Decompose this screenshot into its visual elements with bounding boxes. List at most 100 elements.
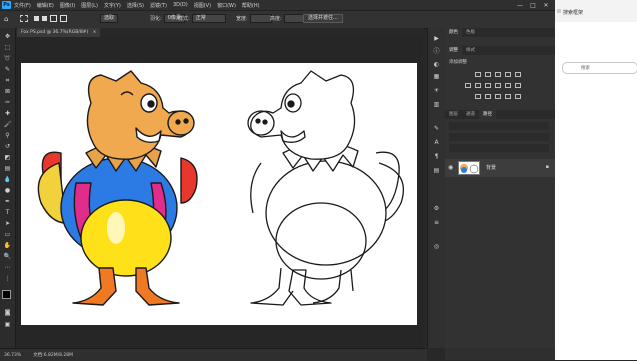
menu-window[interactable]: 窗口(W) bbox=[217, 2, 236, 9]
document-tab[interactable]: Fox PS.psd @ 36.7%(RGB/8#) × bbox=[17, 28, 101, 37]
menu-type[interactable]: 文字(Y) bbox=[104, 2, 121, 9]
minimize-button[interactable]: — bbox=[514, 0, 526, 10]
rect-marquee-tool-icon[interactable]: ⬚ bbox=[2, 43, 13, 52]
threshold-icon[interactable] bbox=[495, 94, 501, 99]
brush-panel-icon[interactable]: ✎ bbox=[432, 124, 441, 132]
crop-tool-icon[interactable]: ⌗ bbox=[2, 76, 13, 85]
character-styles-icon[interactable]: ▤ bbox=[432, 166, 441, 174]
quick-mask-icon[interactable]: ◙ bbox=[2, 308, 13, 317]
tab-color[interactable]: 颜色 bbox=[445, 28, 462, 37]
invert-icon[interactable] bbox=[475, 94, 481, 99]
adjustments-panel-icon[interactable]: ☀ bbox=[432, 86, 441, 94]
document-canvas[interactable] bbox=[21, 63, 417, 325]
width-input[interactable] bbox=[249, 14, 272, 23]
photo-filter-icon[interactable] bbox=[495, 83, 501, 88]
menu-select[interactable]: 选择(S) bbox=[127, 2, 144, 9]
visibility-eye-icon[interactable]: ◉ bbox=[448, 164, 453, 171]
eraser-tool-icon[interactable]: ◩ bbox=[2, 153, 13, 162]
selection-mode-icons[interactable] bbox=[34, 14, 67, 23]
edit-toolbar-icon[interactable]: ⋮ bbox=[2, 274, 13, 283]
history-brush-tool-icon[interactable]: ↺ bbox=[2, 142, 13, 151]
style-select[interactable]: 正常 bbox=[191, 14, 226, 23]
screen-mode-icon[interactable]: ▣ bbox=[2, 320, 13, 329]
marquee-tool-icon[interactable] bbox=[20, 14, 28, 23]
channel-mixer-icon[interactable] bbox=[505, 83, 511, 88]
type-tool-icon[interactable]: T bbox=[2, 208, 13, 217]
info-panel-icon[interactable]: ⓘ bbox=[432, 46, 441, 55]
layer-comps-icon[interactable]: ◎ bbox=[432, 242, 441, 250]
menu-edit[interactable]: 编辑(E) bbox=[37, 2, 54, 9]
foreground-color-swatch[interactable] bbox=[2, 290, 11, 299]
clone-stamp-tool-icon[interactable]: ⚲ bbox=[2, 131, 13, 140]
menu-view[interactable]: 视图(V) bbox=[194, 2, 211, 9]
eyedropper-tool-icon[interactable]: ✑ bbox=[2, 98, 13, 107]
libraries-panel-icon[interactable]: ▥ bbox=[432, 100, 441, 108]
paragraph-panel-icon[interactable]: ¶ bbox=[432, 152, 441, 160]
exposure-icon[interactable] bbox=[505, 72, 511, 77]
zoom-tool-icon[interactable]: 🔍 bbox=[2, 252, 13, 261]
close-tab-icon[interactable]: × bbox=[93, 30, 97, 35]
lasso-tool-icon[interactable]: ➰ bbox=[2, 54, 13, 63]
more-tools-icon[interactable]: ⋯ bbox=[2, 263, 13, 272]
menu-filter[interactable]: 滤镜(T) bbox=[150, 2, 167, 9]
move-tool-icon[interactable]: ✥ bbox=[2, 32, 13, 41]
brush-tool-icon[interactable]: 🖌 bbox=[2, 120, 13, 129]
maximize-button[interactable]: □ bbox=[527, 0, 539, 10]
side-search-input[interactable]: 搜索 bbox=[562, 62, 637, 74]
vibrance-icon[interactable] bbox=[515, 72, 521, 77]
status-bar: 36.73% 文档:6.82M/8.28M bbox=[0, 348, 427, 361]
tool-mode-field[interactable]: 选取 bbox=[100, 14, 119, 23]
home-icon[interactable]: ⌂ bbox=[4, 14, 8, 23]
tab-layers[interactable]: 图层 bbox=[445, 110, 462, 119]
healing-brush-tool-icon[interactable]: ✚ bbox=[2, 109, 13, 118]
tab-swatches[interactable]: 色板 bbox=[462, 28, 479, 37]
intersect-selection-icon[interactable] bbox=[60, 15, 67, 22]
clone-source-icon[interactable]: A bbox=[432, 138, 441, 146]
menu-bar: Ps 文件(F) 编辑(E) 图像(I) 图层(L) 文字(Y) 选择(S) 滤… bbox=[0, 0, 555, 10]
panels-dock: 颜色 色板 调整 样式 添加调整 图层 通道 路径 ◉ 背景 ▪ bbox=[445, 28, 555, 360]
add-selection-icon[interactable] bbox=[42, 16, 47, 21]
close-window-button[interactable]: ✕ bbox=[540, 0, 552, 10]
gradient-map-icon[interactable] bbox=[505, 94, 511, 99]
adjustments-title: 添加调整 bbox=[449, 60, 467, 65]
zoom-level[interactable]: 36.73% bbox=[4, 353, 21, 358]
tab-styles[interactable]: 样式 bbox=[462, 46, 479, 55]
menu-layer[interactable]: 图层(L) bbox=[81, 2, 98, 9]
quick-select-tool-icon[interactable]: ✎ bbox=[2, 65, 13, 74]
document-info[interactable]: 文档:6.82M/8.28M bbox=[33, 352, 73, 358]
select-and-mask-button[interactable]: 选择并遮住... bbox=[303, 14, 343, 23]
rectangle-tool-icon[interactable]: ▭ bbox=[2, 230, 13, 239]
menu-3d[interactable]: 3D(D) bbox=[173, 2, 188, 8]
blur-tool-icon[interactable]: 💧 bbox=[2, 175, 13, 184]
hue-saturation-icon[interactable] bbox=[465, 83, 471, 88]
selective-color-icon[interactable] bbox=[515, 94, 521, 99]
color-balance-icon[interactable] bbox=[475, 83, 481, 88]
posterize-icon[interactable] bbox=[485, 94, 491, 99]
properties-panel-icon[interactable]: ⚙ bbox=[432, 204, 441, 212]
black-white-icon[interactable] bbox=[485, 83, 491, 88]
menu-file[interactable]: 文件(F) bbox=[14, 2, 31, 9]
curves-icon[interactable] bbox=[495, 72, 501, 77]
gradient-tool-icon[interactable]: ▤ bbox=[2, 164, 13, 173]
new-selection-icon[interactable] bbox=[34, 16, 39, 21]
menu-help[interactable]: 帮助(H) bbox=[242, 2, 260, 9]
layer-row[interactable]: ◉ 背景 ▪ bbox=[445, 159, 555, 177]
color-panel-icon[interactable]: ◐ bbox=[432, 60, 441, 68]
history-panel-icon[interactable]: ≡ bbox=[432, 218, 441, 226]
tab-paths[interactable]: 路径 bbox=[479, 110, 496, 119]
play-action-icon[interactable]: ▶ bbox=[432, 34, 441, 42]
menu-image[interactable]: 图像(I) bbox=[60, 2, 75, 9]
dodge-tool-icon[interactable]: ● bbox=[2, 186, 13, 195]
path-select-tool-icon[interactable]: ➤ bbox=[2, 219, 13, 228]
hand-tool-icon[interactable]: ✋ bbox=[2, 241, 13, 250]
levels-icon[interactable] bbox=[485, 72, 491, 77]
artwork bbox=[37, 70, 405, 306]
subtract-selection-icon[interactable] bbox=[50, 15, 57, 22]
frame-tool-icon[interactable]: ⊠ bbox=[2, 87, 13, 96]
tab-adjustments[interactable]: 调整 bbox=[445, 46, 462, 55]
pen-tool-icon[interactable]: ✒ bbox=[2, 197, 13, 206]
tab-channels[interactable]: 通道 bbox=[462, 110, 479, 119]
color-lookup-icon[interactable] bbox=[515, 83, 521, 88]
swatches-panel-icon[interactable]: ▦ bbox=[432, 72, 441, 80]
brightness-icon[interactable] bbox=[475, 72, 481, 77]
